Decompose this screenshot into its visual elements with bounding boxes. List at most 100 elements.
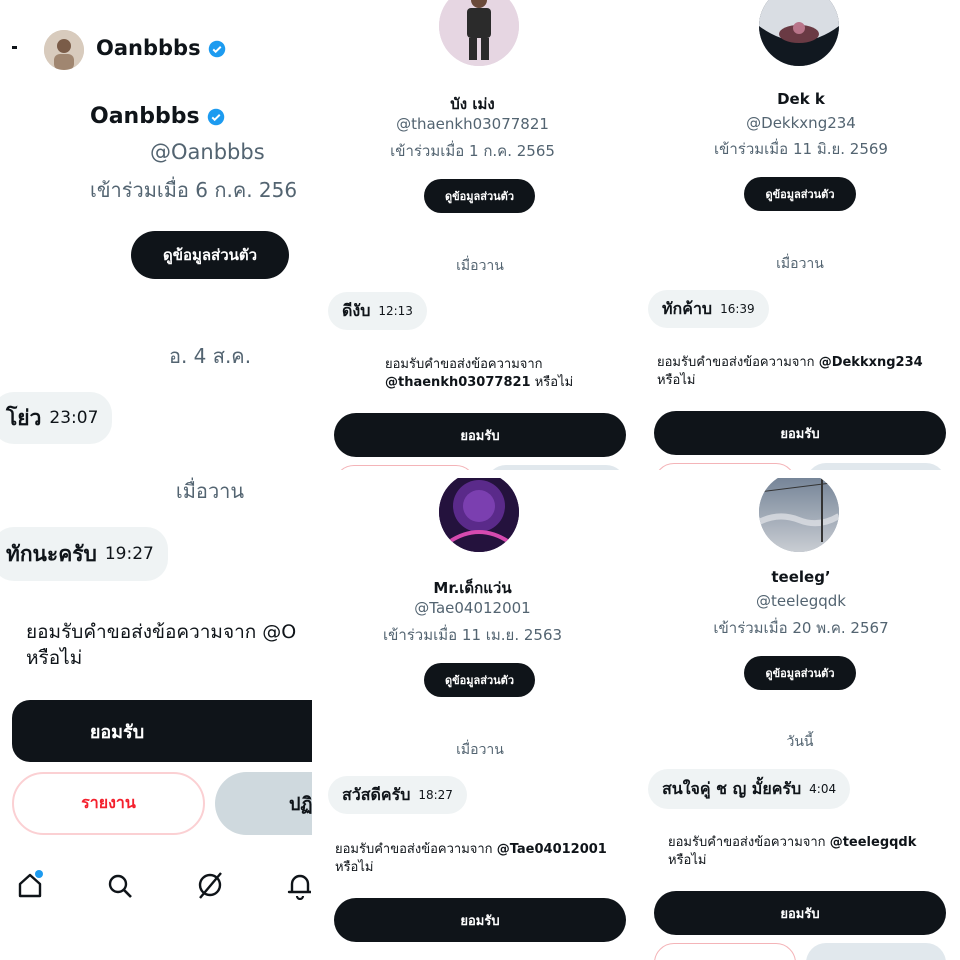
request-line: ยอมรับคำขอส่งข้อความจาก @O [26,621,297,643]
request-handle: @Dekkxng234 [818,355,923,370]
request-line: ยอมรับคำขอส่งข้อความจาก @Tae04012001 [335,841,607,859]
request-line: @thaenkh03077821 หรือไม่ [385,374,573,392]
avatar[interactable] [759,478,839,552]
message-text: สนใจคู่ ช ญ มั้ยครับ [662,778,802,798]
verified-badge-icon [207,108,225,126]
report-button[interactable]: รายงาน [12,772,205,835]
report-button[interactable] [654,943,796,960]
profile-handle: @Dekkxng234 [746,114,856,132]
accept-button[interactable]: ยอมรับ [654,411,946,455]
request-prefix: ยอมรับคำขอส่งข้อความจาก [657,355,815,370]
header-name: Oanbbbs [96,36,226,60]
accept-button[interactable]: ยอมรับ [12,700,312,762]
profile-handle: @teelegqdk [756,592,846,610]
avatar[interactable] [439,478,519,552]
avatar[interactable] [759,0,839,66]
message-text: ดีงับ [342,300,371,320]
request-line: หรือไม่ [668,852,707,868]
view-profile-button[interactable]: ดูข้อมูลส่วนตัว [744,177,856,211]
request-handle: @teelegqdk [829,835,917,850]
request-suffix: หรือไม่ [534,374,574,390]
message-bubble: สนใจคู่ ช ญ มั้ยครับ 4:04 [648,769,851,809]
message-bubble: ทักนะครับ 19:27 [0,527,168,581]
decline-label: ปฏิ [289,794,312,815]
accept-button[interactable]: ยอมรับ [334,413,626,457]
joined-date: เข้าร่วมเมื่อ 11 เม.ย. 2563 [382,626,563,644]
date-divider: เมื่อวาน [776,256,824,272]
joined-date: เข้าร่วมเมื่อ 6 ก.ค. 256 [90,178,298,202]
report-label: รายงาน [81,793,136,812]
panel-thaenkh: บัง เม่ง @thaenkh03077821 เข้าร่วมเมื่อ … [315,0,640,470]
panel-dekkxng: Dek k @Dekkxng234 เข้าร่วมเมื่อ 11 มิ.ย.… [642,0,960,470]
message-time: 19:27 [104,544,154,564]
request-line: ยอมรับคำขอส่งข้อความจาก @teelegqdk [668,834,916,852]
bell-icon[interactable] [286,870,312,900]
message-request-text: ยอมรับคำขอส่งข้อความจาก @thaenkh03077821… [385,356,573,391]
bottom-nav [0,862,312,910]
request-handle: @Tae04012001 [496,842,607,857]
date-divider: เมื่อวาน [456,258,504,274]
message-request-text: ยอมรับคำขอส่งข้อความจาก @O หรือไม่ [26,620,296,671]
request-line: ยอมรับคำขอส่งข้อความจาก [385,357,543,372]
request-line: ยอมรับคำขอส่งข้อความจาก @Dekkxng234 [657,354,923,372]
request-line: หรือไม่ [26,646,83,669]
message-text: ทักค้าบ [662,298,713,318]
view-profile-button[interactable]: ดูข้อมูลส่วนตัว [424,179,535,213]
request-prefix: ยอมรับคำขอส่งข้อความจาก [668,835,826,850]
date-divider: วันนี้ [786,734,814,750]
request-line: หรือไม่ [657,372,696,388]
date-divider: เมื่อวาน [175,479,245,503]
message-text: สวัสดีครับ [342,784,411,804]
message-bubble: ทักค้าบ 16:39 [648,290,769,328]
view-profile-button[interactable]: ดูข้อมูลส่วนตัว [744,656,856,690]
profile-handle: @Oanbbbs [150,140,265,164]
message-bubble: ดีงับ 12:13 [328,292,427,330]
message-request-text: ยอมรับคำขอส่งข้อความจาก @Dekkxng234 หรือ… [657,354,923,389]
view-profile-button[interactable]: ดูข้อมูลส่วนตัว [424,663,535,697]
message-time: 4:04 [809,782,837,796]
message-time: 12:13 [378,304,413,318]
message-request-text: ยอมรับคำขอส่งข้อความจาก @teelegqdk หรือไ… [668,834,916,869]
panel-oanbbbs: Oanbbbs Oanbbbs @Oanbbbs เข้าร่วมเมื่อ 6… [0,0,312,960]
grok-icon[interactable] [196,870,224,900]
request-handle: @thaenkh03077821 [385,374,531,390]
profile-name: บัง เม่ง [450,95,495,113]
panel-teeleg: teeleg’ @teelegqdk เข้าร่วมเมื่อ 20 พ.ค.… [642,478,960,960]
message-text: โย่ว [6,405,42,430]
report-button[interactable] [654,463,796,470]
joined-date: เข้าร่วมเมื่อ 1 ก.ค. 2565 [390,142,555,160]
panel-tae: Mr.เด็กแว่น @Tae04012001 เข้าร่วมเมื่อ 1… [315,478,640,960]
decline-button[interactable]: ปฏิ [215,772,312,835]
date-divider: เมื่อวาน [456,742,504,758]
home-icon[interactable] [16,870,44,900]
search-icon[interactable] [106,872,134,900]
decline-button[interactable] [806,463,946,470]
back-dot[interactable] [12,46,17,49]
request-prefix: ยอมรับคำขอส่งข้อความจาก [335,842,493,857]
profile-name: Oanbbbs [0,104,312,129]
profile-handle: @Tae04012001 [414,599,531,617]
request-line: หรือไม่ [335,859,374,875]
joined-date: เข้าร่วมเมื่อ 11 มิ.ย. 2569 [714,140,888,158]
profile-name: Dek k [777,90,825,108]
message-text: ทักนะครับ [6,541,97,566]
profile-handle: @thaenkh03077821 [396,115,549,133]
decline-button[interactable] [806,943,946,960]
avatar[interactable] [44,30,84,70]
decline-button[interactable] [486,465,626,470]
view-profile-button[interactable]: ดูข้อมูลส่วนตัว [131,231,289,279]
message-time: 16:39 [720,302,755,316]
joined-date: เข้าร่วมเมื่อ 20 พ.ค. 2567 [713,619,889,637]
message-time: 23:07 [49,408,99,428]
message-time: 18:27 [418,788,453,802]
profile-name: Mr.เด็กแว่น [433,579,512,597]
date-divider: อ. 4 ส.ค. [168,344,252,368]
verified-badge-icon [208,40,226,58]
message-request-text: ยอมรับคำขอส่งข้อความจาก @Tae04012001 หรื… [335,841,607,876]
avatar[interactable] [439,0,519,66]
report-button[interactable] [334,465,476,470]
accept-button[interactable]: ยอมรับ [654,891,946,935]
message-bubble: โย่ว 23:07 [0,392,113,444]
accept-button[interactable]: ยอมรับ [334,898,626,942]
profile-name: teeleg’ [771,568,831,586]
